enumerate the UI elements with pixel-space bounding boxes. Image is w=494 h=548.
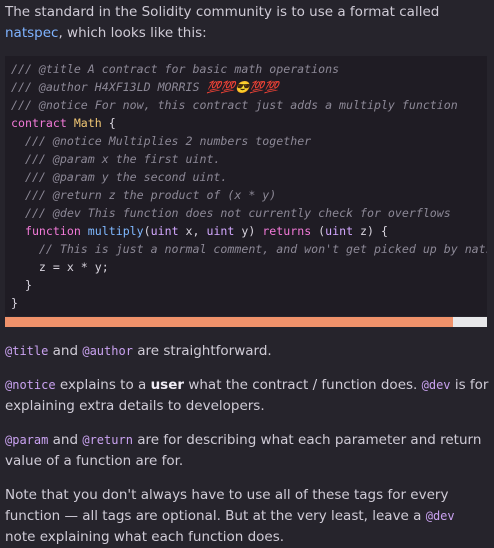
text: Note that you don't always have to use a…: [5, 487, 449, 524]
code-line: /// @notice Multiplies 2 numbers togethe…: [24, 134, 312, 148]
tag-author: @author: [82, 344, 133, 358]
intro-paragraph: The standard in the Solidity community i…: [5, 2, 485, 44]
paragraph-param-return: @param and @return are for describing wh…: [5, 430, 489, 472]
code-line: /// @return z the product of (x * y): [24, 188, 277, 202]
tag-dev: @dev: [425, 509, 455, 523]
text: what the contract / function does.: [184, 377, 422, 393]
code-block: /// @title A contract for basic math ope…: [5, 56, 487, 316]
code-line: function multiply(uint x, uint y) return…: [24, 224, 388, 238]
intro-text: The standard in the Solidity community i…: [5, 4, 440, 20]
code-line: // This is just a normal comment, and wo…: [38, 242, 487, 256]
code-line: z = x * y;: [11, 260, 109, 274]
text: are straightforward.: [132, 343, 272, 359]
code-content: /// @title A contract for basic math ope…: [5, 56, 487, 312]
code-line: }: [11, 296, 18, 310]
code-line: /// @notice For now, this contract just …: [11, 98, 458, 112]
code-line: contract Math {: [11, 116, 116, 130]
tag-param: @param: [5, 433, 49, 447]
tag-dev: @dev: [421, 378, 451, 392]
text: and: [48, 343, 83, 359]
emphasis-user: user: [150, 377, 185, 393]
code-line: }: [11, 278, 32, 292]
text: note explaining what each function does.: [5, 529, 285, 545]
tag-title: @title: [5, 344, 49, 358]
lesson-content: The standard in the Solidity community i…: [0, 0, 494, 548]
code-line: /// @param x the first uint.: [24, 152, 221, 166]
code-line: /// @author H4XF13LD MORRIS 💯💯😎💯💯: [11, 80, 279, 94]
code-horizontal-scrollbar[interactable]: [5, 317, 487, 327]
paragraph-notice-dev: @notice explains to a user what the cont…: [5, 375, 489, 417]
paragraph-optional-tags: Note that you don't always have to use a…: [5, 485, 489, 548]
paragraph-title-author: @title and @author are straightforward.: [5, 341, 489, 362]
tag-return: @return: [82, 433, 133, 447]
code-line: /// @dev This function does not currentl…: [24, 206, 451, 220]
tag-notice: @notice: [5, 378, 56, 392]
code-line: /// @title A contract for basic math ope…: [11, 62, 340, 76]
natspec-link[interactable]: natspec: [5, 25, 58, 41]
text: and: [48, 432, 83, 448]
scrollbar-thumb[interactable]: [5, 317, 454, 327]
code-line: /// @param y the second uint.: [24, 170, 228, 184]
intro-text-end: , which looks like this:: [58, 25, 207, 41]
text: explains to a: [55, 377, 151, 393]
